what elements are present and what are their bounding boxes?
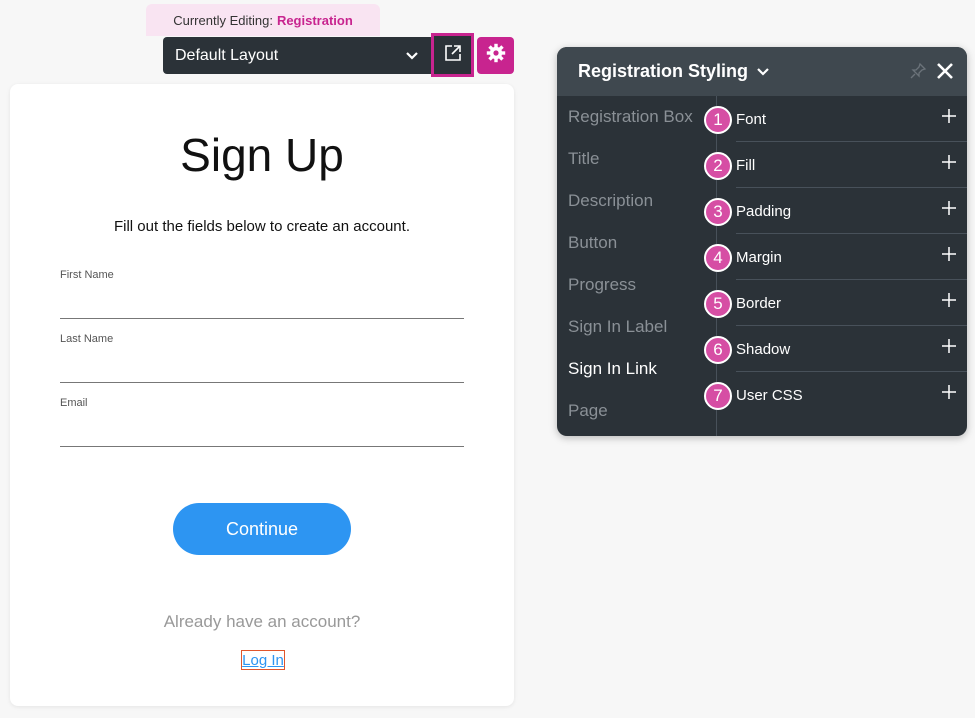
style-property-border[interactable]: 5 Border	[704, 280, 967, 326]
step-badge: 2	[704, 152, 732, 180]
panel-header: Registration Styling	[557, 47, 967, 96]
first-name-label: First Name	[60, 269, 114, 281]
style-property-list: 1 Font 2 Fill 3 Padding 4 Margin 5 Borde…	[704, 96, 967, 436]
step-badge: 3	[704, 198, 732, 226]
registration-styling-panel: Registration Styling Registration Box Ti…	[557, 47, 967, 436]
signup-title: Sign Up	[180, 129, 344, 181]
plus-icon[interactable]	[941, 108, 957, 124]
layout-dropdown-value: Default Layout	[175, 46, 279, 64]
last-name-field[interactable]: Last Name	[60, 333, 464, 383]
style-property-label: User CSS	[736, 386, 803, 404]
signup-card: Sign Up Fill out the fields below to cre…	[10, 84, 514, 706]
step-badge: 5	[704, 290, 732, 318]
chevron-down-icon	[405, 49, 419, 63]
panel-title[interactable]: Registration Styling	[578, 61, 748, 82]
element-item-button[interactable]: Button	[557, 222, 716, 264]
plus-icon[interactable]	[941, 154, 957, 170]
last-name-label: Last Name	[60, 333, 114, 345]
editing-banner: Currently Editing: Registration	[146, 4, 380, 36]
chevron-down-icon[interactable]	[756, 65, 770, 79]
style-property-label: Padding	[736, 202, 792, 220]
element-list: Registration Box Title Description Butto…	[557, 96, 717, 436]
element-item-title[interactable]: Title	[557, 138, 716, 180]
email-label: Email	[60, 397, 88, 409]
signup-description: Fill out the fields below to create an a…	[113, 218, 410, 235]
pin-icon[interactable]	[909, 62, 927, 80]
open-external-button[interactable]	[431, 33, 474, 77]
external-link-icon	[443, 43, 463, 68]
step-badge: 4	[704, 244, 732, 272]
layout-dropdown[interactable]: Default Layout	[163, 37, 431, 74]
gear-icon	[486, 43, 506, 68]
step-badge: 7	[704, 382, 732, 410]
style-property-shadow[interactable]: 6 Shadow	[704, 326, 967, 372]
style-property-label: Margin	[736, 248, 782, 266]
step-badge: 1	[704, 106, 732, 134]
step-badge: 6	[704, 336, 732, 364]
plus-icon[interactable]	[941, 384, 957, 400]
plus-icon[interactable]	[941, 200, 957, 216]
element-item-progress[interactable]: Progress	[557, 264, 716, 306]
style-property-label: Shadow	[736, 340, 791, 358]
style-property-margin[interactable]: 4 Margin	[704, 234, 967, 280]
style-property-user-css[interactable]: 7 User CSS	[704, 372, 967, 418]
already-have-account-text: Already have an account?	[163, 612, 361, 631]
element-item-page[interactable]: Page	[557, 390, 716, 432]
style-property-label: Fill	[736, 156, 756, 174]
element-item-sign-in-link[interactable]: Sign In Link	[557, 348, 716, 390]
style-property-label: Border	[736, 294, 782, 312]
email-field[interactable]: Email	[60, 397, 464, 447]
element-item-description[interactable]: Description	[557, 180, 716, 222]
continue-button[interactable]: Continue	[173, 503, 351, 555]
style-property-padding[interactable]: 3 Padding	[704, 188, 967, 234]
plus-icon[interactable]	[941, 246, 957, 262]
element-item-sign-in-label[interactable]: Sign In Label	[557, 306, 716, 348]
close-icon[interactable]	[933, 59, 957, 83]
settings-button[interactable]	[477, 37, 514, 74]
style-property-fill[interactable]: 2 Fill	[704, 142, 967, 188]
element-item-registration-box[interactable]: Registration Box	[557, 96, 716, 138]
first-name-field[interactable]: First Name	[60, 269, 464, 319]
plus-icon[interactable]	[941, 338, 957, 354]
style-property-font[interactable]: 1 Font	[704, 96, 967, 142]
editing-prefix: Currently Editing:	[173, 12, 273, 28]
style-property-label: Font	[736, 110, 767, 128]
editing-target: Registration	[276, 12, 353, 28]
login-link[interactable]: Log In	[241, 650, 285, 670]
plus-icon[interactable]	[941, 292, 957, 308]
